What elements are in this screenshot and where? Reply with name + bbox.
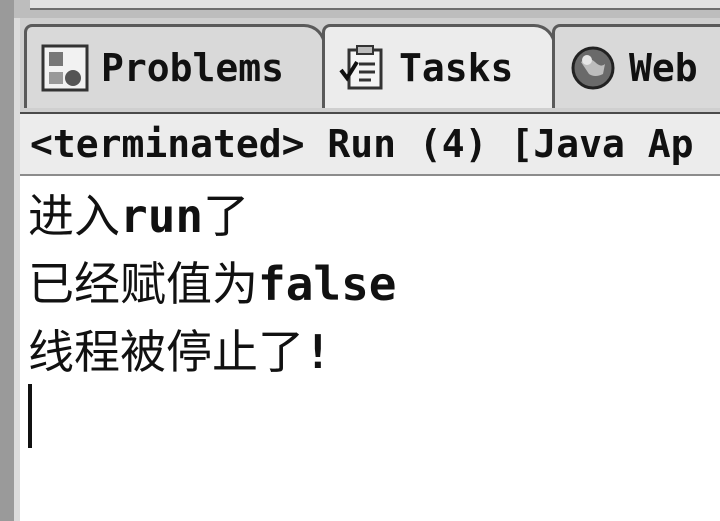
console-line-code: false [258,257,397,311]
console-line: 进入run了 [28,180,249,246]
console-line-text: 进入 [28,189,120,243]
view-left-border [0,0,14,521]
tab-web[interactable]: Web [552,24,720,108]
console-line-code: ! [304,325,332,379]
tab-tasks[interactable]: Tasks [322,24,556,108]
console-line-text: 已经赋值为 [28,257,258,311]
view-tab-bar: Problems Tasks Web [20,18,720,114]
console-line-code: run [120,189,204,243]
problems-icon [41,44,89,91]
tab-problems[interactable]: Problems [24,24,326,108]
view-top-edge [0,0,720,20]
console-line-text: 了 [203,189,250,243]
console-line-text: 线程被停止了 [28,325,304,379]
console-output[interactable]: 进入run了 已经赋值为false 线程被停止了! [20,176,720,521]
text-cursor [28,384,32,448]
web-browser-icon [571,46,615,89]
tab-web-label: Web [629,45,698,90]
console-line: 线程被停止了! [28,316,332,382]
console-status-bar: <terminated> Run (4) [Java Ap [20,114,720,176]
console-view: Problems Tasks Web <terminated> Run (4) … [0,0,720,521]
tasks-icon [339,44,383,89]
console-line: 已经赋值为false [28,248,396,314]
view-top-edge-inner [30,0,720,10]
process-status-label: <terminated> Run (4) [Java Ap [30,122,694,166]
tab-tasks-label: Tasks [399,45,514,90]
tab-problems-label: Problems [101,45,285,90]
